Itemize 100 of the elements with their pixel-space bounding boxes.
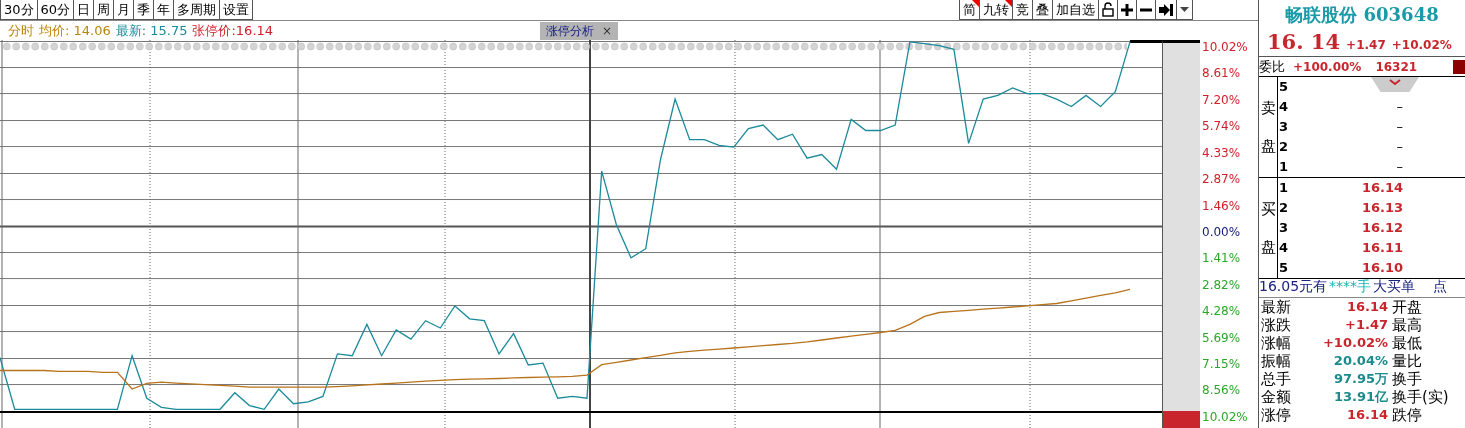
plus-icon [1121, 3, 1133, 16]
side-label: 买 [1260, 198, 1276, 220]
axis-label: 0.00% [1202, 224, 1242, 239]
zoom-in-button[interactable] [1118, 0, 1137, 20]
order-price: – [1395, 158, 1403, 177]
level-number: 5 [1278, 259, 1290, 278]
ratio-value: +100.00% [1293, 58, 1362, 76]
side-label: 卖 [1260, 97, 1276, 119]
period-button[interactable]: 多周期 [174, 0, 221, 20]
period-button[interactable]: 30分 [0, 0, 38, 20]
zoom-out-button[interactable] [1137, 0, 1156, 20]
level-number: 1 [1278, 179, 1290, 198]
period-button[interactable]: 年 [154, 0, 175, 20]
stat-value: +10.02% [1321, 334, 1388, 352]
stat-value: 13.91亿 [1332, 388, 1388, 406]
period-button[interactable]: 月 [114, 0, 135, 20]
analysis-tab[interactable]: 涨停分析 × [540, 21, 619, 40]
level-number: 3 [1278, 219, 1290, 238]
stat-label: 总手 [1260, 370, 1292, 388]
trade-tag[interactable] [1453, 59, 1465, 74]
stat-value: 97.95万 [1332, 370, 1388, 388]
axis-label: 1.41% [1202, 251, 1242, 266]
legend-text: 分时 [8, 21, 34, 40]
axis-label: 5.69% [1202, 330, 1242, 345]
close-icon[interactable]: × [602, 21, 613, 40]
stat-label: 最新 [1260, 298, 1292, 316]
order-price-text: 16.05元有 [1259, 277, 1328, 296]
stat-label: 换手 [1391, 370, 1422, 388]
tool-button[interactable]: 简 [959, 0, 980, 20]
period-button[interactable]: 设置 [220, 0, 254, 20]
stat-label: 涨幅 [1260, 334, 1292, 352]
legend-text: 均价: 14.06 [39, 21, 111, 40]
legend-text: 张停价:16.14 [192, 21, 274, 40]
axis-label: 8.61% [1202, 66, 1242, 81]
order-price: 16.12 [1360, 219, 1403, 238]
axis-label: 8.56% [1202, 383, 1242, 398]
minus-icon [1140, 7, 1152, 12]
level-number: 5 [1278, 78, 1290, 97]
side-label: 盘 [1260, 236, 1276, 258]
change-percent: +10.02% [1391, 37, 1452, 54]
order-price: 16.11 [1360, 239, 1403, 258]
stat-label: 最低 [1391, 334, 1422, 352]
price-text: 16. 14 [1267, 29, 1341, 55]
order-price: – [1395, 118, 1403, 137]
tool-button[interactable]: 九转 [980, 0, 1013, 20]
axis-label: 2.82% [1202, 277, 1242, 292]
period-button[interactable]: 季 [134, 0, 155, 20]
tool-button[interactable]: 竞 [1013, 0, 1033, 20]
order-tail: 点 [1433, 277, 1448, 296]
order-price: 16.10 [1360, 259, 1403, 278]
big-order-label: 大买单 [1373, 277, 1416, 296]
order-price: 16.14 [1360, 179, 1403, 198]
period-button[interactable]: 日 [74, 0, 95, 20]
axis-label: 1.46% [1202, 198, 1242, 213]
axis-label: 7.20% [1202, 92, 1242, 107]
level-number: 4 [1278, 239, 1290, 258]
axis-label: 2.87% [1202, 172, 1242, 187]
level-number: 4 [1278, 98, 1290, 117]
stat-label: 振幅 [1260, 352, 1292, 370]
stat-label: 金额 [1260, 388, 1292, 406]
period-button[interactable]: 60分 [37, 0, 75, 20]
order-qty: ****手 [1329, 277, 1372, 296]
level-number: 3 [1278, 118, 1290, 137]
lock-button[interactable] [1099, 0, 1118, 20]
change-text: +1.47 [1346, 37, 1386, 54]
tool-button[interactable]: 叠 [1033, 0, 1053, 20]
lock-icon [1102, 2, 1114, 17]
stat-value: 16.14 [1345, 406, 1388, 424]
level-number: 1 [1278, 158, 1290, 177]
stat-label: 最高 [1391, 316, 1422, 334]
axis-label: 4.33% [1202, 145, 1242, 160]
axis-label: 10.02% [1202, 409, 1249, 424]
stock-title: 畅联股份 603648 [1284, 3, 1440, 27]
stat-value: +1.47 [1344, 316, 1388, 334]
legend-text: 最新: 15.75 [115, 21, 188, 40]
stat-label: 涨跌 [1260, 316, 1292, 334]
level-number: 2 [1278, 199, 1290, 218]
order-price: – [1395, 98, 1403, 117]
stat-label: 换手(实) [1391, 388, 1449, 406]
stat-value: 16.14 [1345, 298, 1388, 316]
skip-end-button[interactable] [1156, 0, 1177, 20]
stat-label: 开盘 [1391, 298, 1422, 316]
limit-bar [1163, 411, 1200, 428]
axis-label: 4.28% [1202, 304, 1242, 319]
stat-label: 量比 [1391, 352, 1422, 370]
order-price: 16.13 [1360, 199, 1403, 218]
stat-value: 20.04% [1332, 352, 1388, 370]
axis-label: 10.02% [1202, 40, 1249, 54]
ratio-diff: 16321 [1375, 58, 1418, 76]
caret-icon [1180, 7, 1189, 12]
stat-label: 跌停 [1391, 406, 1422, 424]
chevron-down-icon [1389, 79, 1401, 86]
ratio-label: 委比 [1259, 57, 1285, 76]
dropdown-button[interactable] [1177, 0, 1193, 20]
period-button[interactable]: 周 [94, 0, 115, 20]
stat-label: 涨停 [1260, 406, 1292, 424]
skip-end-icon [1159, 3, 1173, 16]
tool-button[interactable]: 加自选 [1053, 0, 1099, 20]
axis-label: 5.74% [1202, 119, 1242, 134]
order-price: – [1395, 138, 1403, 157]
